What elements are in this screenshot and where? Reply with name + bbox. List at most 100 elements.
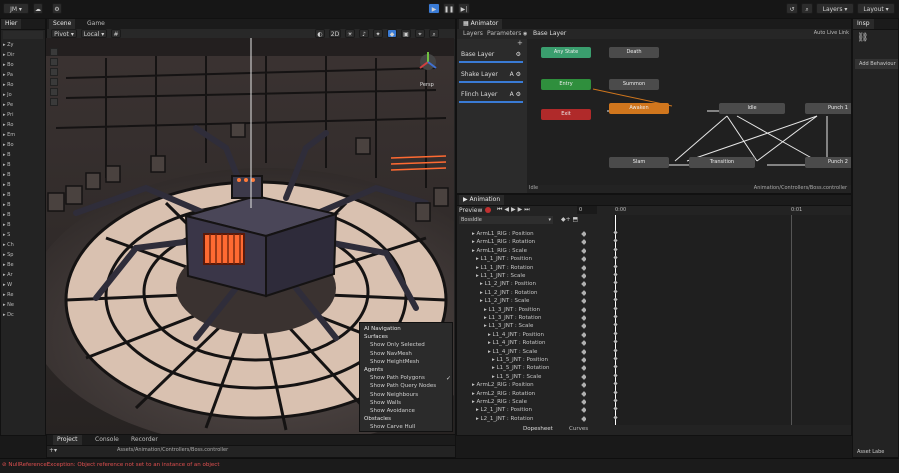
- keyframe[interactable]: [613, 272, 618, 277]
- hierarchy-item[interactable]: ▸ Dir: [3, 51, 14, 59]
- pause-button[interactable]: ❚❚: [443, 3, 455, 14]
- keyframe[interactable]: [613, 238, 618, 244]
- 2d-toggle[interactable]: 2D: [329, 29, 341, 38]
- keyframe[interactable]: [613, 263, 618, 269]
- animated-property-row[interactable]: ▸ L2_1_JNT : Position: [464, 406, 586, 414]
- add-layer-icon[interactable]: +: [517, 39, 523, 47]
- rect-tool-icon[interactable]: [50, 88, 58, 96]
- overlay-option[interactable]: Show NavMesh: [370, 350, 412, 358]
- keyframe-toggle-icon[interactable]: [581, 348, 586, 355]
- animated-property-row[interactable]: ▸ L1_5_JNT : Scale: [464, 373, 586, 381]
- animated-property-row[interactable]: ▸ L1_1_JNT : Rotation: [464, 264, 586, 272]
- animated-property-row[interactable]: ▸ L1_4_JNT : Rotation: [464, 339, 586, 347]
- keyframe[interactable]: [613, 381, 618, 386]
- state-node[interactable]: Transition: [689, 157, 755, 168]
- overlay-option[interactable]: Show Walls: [370, 399, 401, 407]
- keyframe[interactable]: [613, 305, 618, 311]
- keyframe[interactable]: [613, 314, 618, 319]
- state-node[interactable]: Idle: [719, 103, 785, 114]
- hierarchy-item[interactable]: ▸ Em: [3, 131, 15, 139]
- keyframe[interactable]: [613, 347, 618, 353]
- keyframe[interactable]: [613, 230, 618, 235]
- keyframe-toggle-icon[interactable]: [581, 231, 586, 237]
- animated-property-row[interactable]: ▸ ArmL2_RIG : Position: [464, 381, 586, 389]
- keyframe-toggle-icon[interactable]: [581, 256, 586, 263]
- overlay-section-header[interactable]: Agents: [364, 366, 383, 374]
- hierarchy-item[interactable]: ▸ Ro: [3, 121, 13, 129]
- keyframe-toggle-icon[interactable]: [581, 315, 586, 321]
- animated-property-row[interactable]: ▸ L2_1_JNT : Rotation: [464, 415, 586, 423]
- animated-property-row[interactable]: ▸ L1_1_JNT : Scale: [464, 272, 586, 280]
- clip-dropdown[interactable]: BossIdle ▾: [459, 216, 553, 224]
- hierarchy-item[interactable]: ▸ W: [3, 281, 12, 289]
- hierarchy-item[interactable]: ▸ Pe: [3, 101, 13, 109]
- hierarchy-item[interactable]: ▸ Ch: [3, 241, 14, 249]
- playback-controls[interactable]: ⏮◀▶▶⏭: [497, 206, 532, 214]
- pivot-dropdown[interactable]: Pivot ▾: [51, 29, 77, 38]
- dopesheet-tab[interactable]: Dopesheet: [523, 426, 553, 432]
- keyframe[interactable]: [613, 415, 618, 420]
- keyframe[interactable]: [613, 247, 618, 252]
- hierarchy-item[interactable]: ▸ Zy: [3, 41, 14, 49]
- keyframe-toggle-icon[interactable]: [581, 415, 586, 422]
- hierarchy-item[interactable]: ▸ B: [3, 151, 11, 159]
- overlay-option[interactable]: Show Neighbours: [370, 391, 418, 399]
- animated-property-row[interactable]: ▸ L1_2_JNT : Scale: [464, 297, 586, 305]
- audio-icon[interactable]: ♪: [359, 29, 369, 38]
- keyframe-toggle-icon[interactable]: [581, 340, 586, 347]
- state-graph[interactable]: Any State Death Entry Summon Exit Awaken Idle P…: [527, 39, 851, 185]
- overlay-section-header[interactable]: AI Navigation: [364, 325, 401, 333]
- hierarchy-item[interactable]: ▸ S: [3, 231, 10, 239]
- hierarchy-item[interactable]: ▸ B: [3, 211, 11, 219]
- layer-settings-icon[interactable]: ⚙: [516, 49, 521, 61]
- state-node[interactable]: Awaken: [609, 103, 669, 114]
- hierarchy-item[interactable]: ▸ Sp: [3, 251, 13, 259]
- keyframe[interactable]: [613, 297, 618, 302]
- keyframe-toggle-icon[interactable]: [581, 247, 586, 254]
- state-node[interactable]: Death: [609, 47, 659, 58]
- tab-project[interactable]: Project: [53, 435, 82, 445]
- scale-tool-icon[interactable]: [50, 78, 58, 86]
- animated-property-row[interactable]: ▸ L1_4_JNT : Position: [464, 331, 586, 339]
- tab-animator[interactable]: ▦ Animator: [459, 19, 503, 29]
- animated-property-row[interactable]: ▸ L1_2_JNT : Rotation: [464, 289, 586, 297]
- eye-icon[interactable]: ◉: [523, 31, 527, 37]
- effects-icon[interactable]: ✦: [373, 29, 383, 38]
- keyframe-toggle-icon[interactable]: [581, 365, 586, 372]
- hierarchy-item[interactable]: ▸ Pa: [3, 71, 13, 79]
- play-button[interactable]: ▶: [428, 3, 440, 14]
- animated-property-row[interactable]: ▸ L1_2_JNT : Position: [464, 280, 586, 288]
- overlay-option[interactable]: Show Only Selected: [370, 341, 425, 349]
- add-behaviour-button[interactable]: Add Behaviour: [855, 59, 898, 69]
- keyframe-toggle-icon[interactable]: [581, 357, 586, 363]
- keyframe-toggle-icon[interactable]: [581, 407, 586, 414]
- state-node[interactable]: Punch 2: [805, 157, 851, 168]
- keyframe[interactable]: [613, 398, 618, 403]
- hand-tool-icon[interactable]: [50, 48, 58, 56]
- local-dropdown[interactable]: Local ▾: [81, 29, 107, 38]
- lighting-icon[interactable]: ☀: [345, 29, 355, 38]
- animated-property-row[interactable]: ▸ ArmL1_RIG : Rotation: [464, 238, 586, 246]
- hierarchy-item[interactable]: ▸ Pri: [3, 111, 13, 119]
- overlay-option[interactable]: Show Path Query Nodes: [370, 382, 436, 390]
- keyframe[interactable]: [613, 289, 618, 294]
- grid-icon[interactable]: #: [111, 29, 121, 38]
- hierarchy-item[interactable]: ▸ Ro: [3, 81, 13, 89]
- layers-dropdown[interactable]: Layers ▾: [816, 3, 854, 14]
- animated-property-row[interactable]: ▸ L1_4_JNT : Scale: [464, 348, 586, 356]
- keyframe-toggle-icon[interactable]: [581, 373, 586, 380]
- navigation-overlay-icon[interactable]: ◆: [387, 29, 397, 38]
- hierarchy-item[interactable]: ▸ Re: [3, 291, 13, 299]
- history-icon[interactable]: ↺: [786, 3, 798, 14]
- hierarchy-item[interactable]: ▸ B: [3, 171, 11, 179]
- overlay-section-header[interactable]: Surfaces: [364, 333, 388, 341]
- state-node[interactable]: Exit: [541, 109, 591, 120]
- hierarchy-item[interactable]: ▸ Ar: [3, 271, 13, 279]
- keyframe-toggle-icon[interactable]: [581, 264, 586, 271]
- frame-field[interactable]: 0: [577, 206, 597, 214]
- keyframe[interactable]: [613, 255, 618, 260]
- keyframe-toggle-icon[interactable]: [581, 289, 586, 296]
- persp-label[interactable]: Persp: [420, 82, 434, 88]
- cloud-icon[interactable]: ☁: [33, 3, 43, 14]
- search-icon[interactable]: ⌕: [801, 3, 813, 14]
